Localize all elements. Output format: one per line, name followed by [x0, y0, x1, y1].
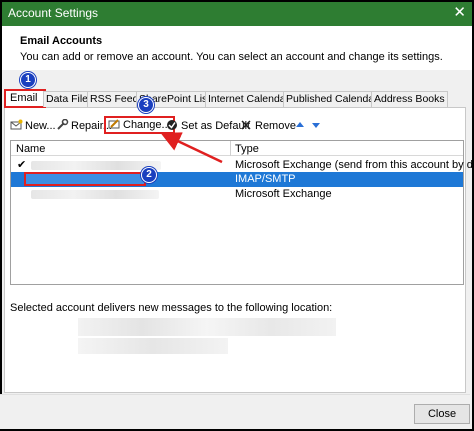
check-icon — [166, 119, 179, 131]
column-type[interactable]: Type — [235, 143, 259, 155]
move-down-button[interactable] — [310, 118, 325, 134]
remove-label: Remove — [255, 120, 296, 132]
close-icon[interactable]: ✕ — [453, 4, 466, 22]
change-button[interactable]: Change... — [104, 116, 175, 134]
close-button[interactable]: Close — [414, 404, 470, 424]
remove-icon — [240, 119, 253, 131]
list-header: Name Type — [11, 141, 463, 156]
section-description: You can add or remove an account. You ca… — [20, 51, 443, 63]
tab-email[interactable]: Email — [4, 89, 46, 108]
account-row-selected[interactable]: IMAP/SMTP — [11, 172, 463, 187]
deliver-location-redacted — [78, 318, 336, 336]
account-type: Microsoft Exchange (send from this accou… — [235, 159, 474, 171]
account-row[interactable]: ✔ Microsoft Exchange (send from this acc… — [11, 158, 474, 173]
move-up-button[interactable] — [294, 118, 309, 134]
account-name-redacted — [31, 161, 161, 170]
column-divider[interactable] — [230, 141, 231, 156]
step-badge-3: 3 — [138, 97, 154, 113]
deliver-location-label: Selected account delivers new messages t… — [10, 302, 333, 314]
new-account-icon — [10, 119, 23, 131]
column-name[interactable]: Name — [16, 143, 45, 155]
step-badge-2: 2 — [141, 167, 157, 183]
toolbar: New... Repair... Change... Set as Defaul… — [10, 116, 460, 134]
change-label: Change... — [123, 119, 171, 131]
section-title: Email Accounts — [20, 35, 103, 47]
deliver-location-redacted — [78, 338, 228, 354]
tab-address-books[interactable]: Address Books — [371, 91, 448, 107]
button-bar — [0, 394, 470, 429]
account-type: Microsoft Exchange — [235, 188, 332, 200]
header-panel: Email Accounts You can add or remove an … — [2, 26, 472, 70]
title-bar: Account Settings ✕ — [2, 2, 472, 26]
change-icon — [108, 118, 121, 130]
set-default-button[interactable]: Set as Default — [166, 118, 250, 134]
check-icon: ✔ — [17, 159, 27, 171]
arrow-down-icon — [310, 119, 323, 131]
arrow-up-icon — [294, 119, 307, 131]
new-button[interactable]: New... — [10, 118, 56, 134]
account-name-redacted — [31, 190, 159, 199]
remove-button[interactable]: Remove — [240, 118, 296, 134]
tab-strip: Email Data Files RSS Feeds SharePoint Li… — [4, 89, 464, 108]
window-title: Account Settings — [8, 6, 99, 20]
accounts-list[interactable]: Name Type ✔ Microsoft Exchange (send fro… — [10, 140, 474, 285]
account-name-highlight — [24, 172, 146, 186]
account-type: IMAP/SMTP — [235, 173, 296, 185]
new-label: New... — [25, 120, 56, 132]
repair-icon — [56, 118, 69, 131]
account-row[interactable]: Microsoft Exchange — [11, 187, 463, 202]
step-badge-1: 1 — [20, 72, 36, 88]
